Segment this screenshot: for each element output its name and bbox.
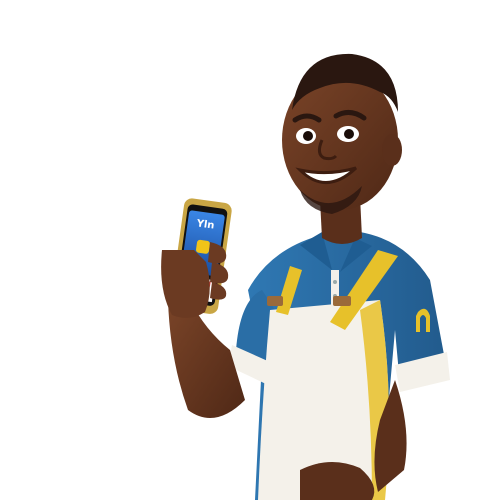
illustration: Yln [161, 53, 450, 500]
wallet-icon [195, 239, 210, 254]
head [282, 53, 402, 214]
